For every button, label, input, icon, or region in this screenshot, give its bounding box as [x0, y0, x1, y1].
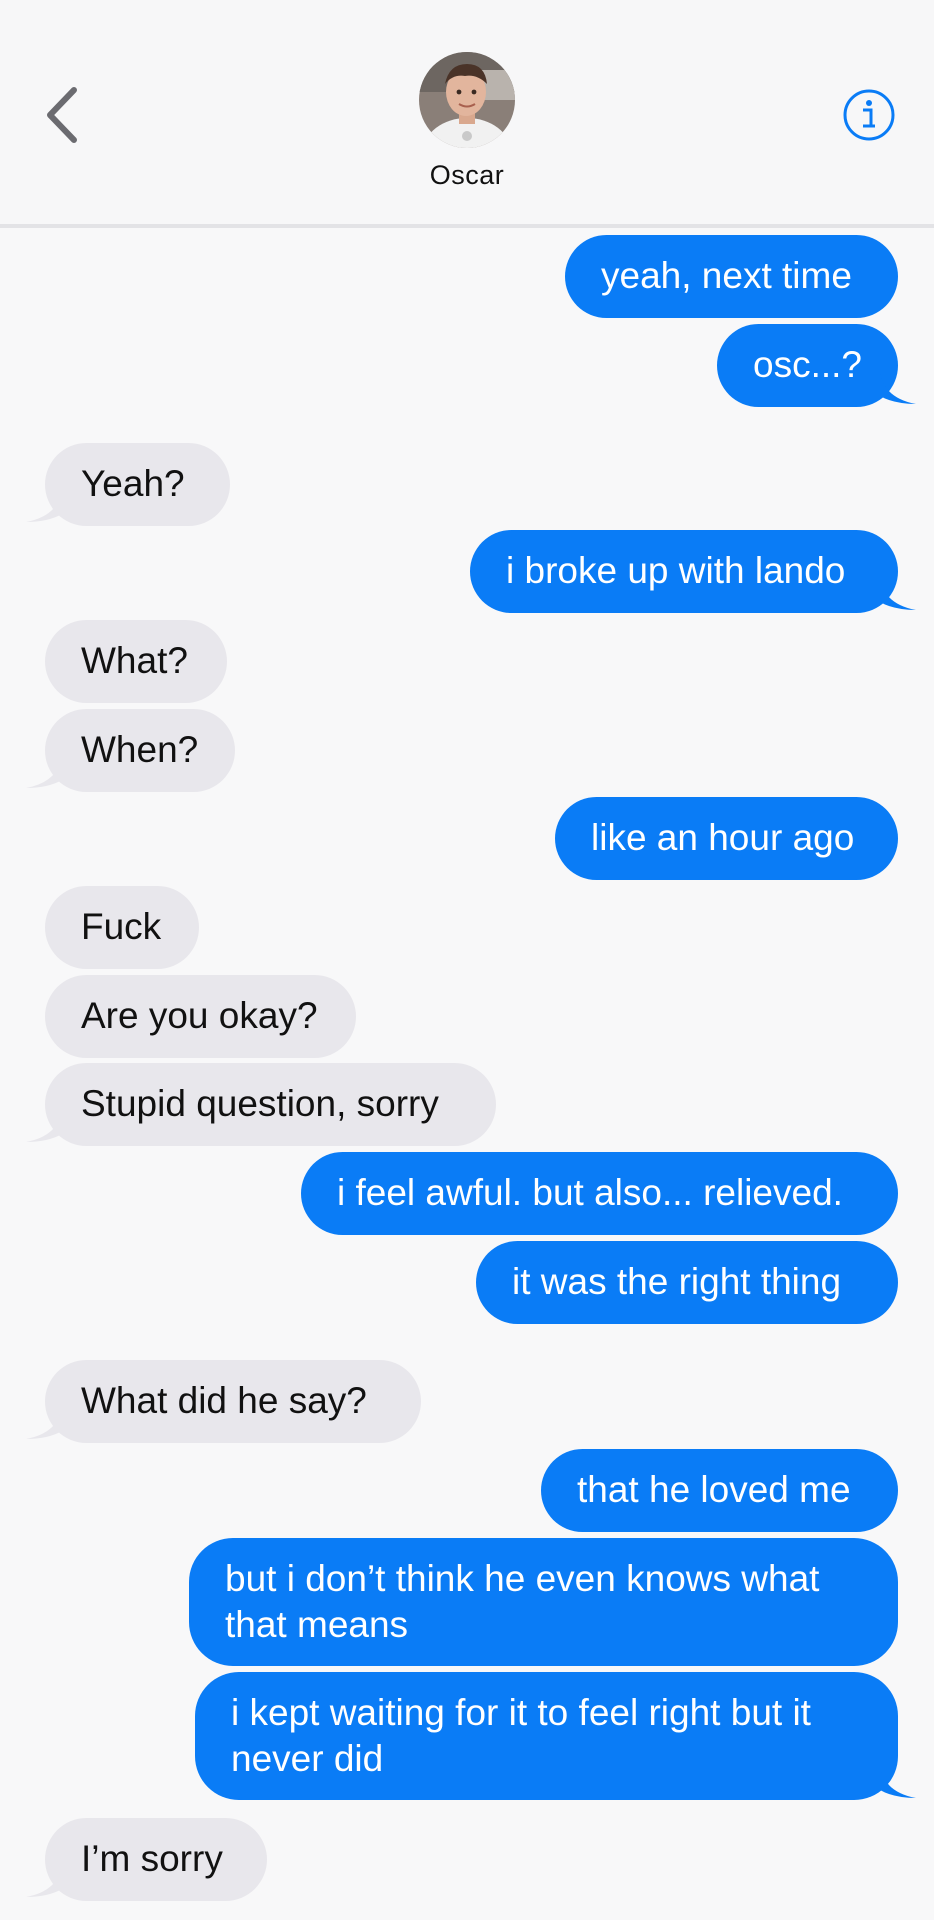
message-text: like an hour ago: [591, 817, 855, 858]
outgoing-message[interactable]: i broke up with lando: [470, 530, 898, 613]
message-text: Stupid question, sorry: [81, 1083, 439, 1124]
message-text: i feel awful. but also... relieved.: [337, 1172, 843, 1213]
message-text: yeah, next time: [601, 255, 852, 296]
bubble-tail: [26, 490, 62, 522]
message-text: i kept waiting for it to feel right but …: [231, 1692, 811, 1779]
incoming-message[interactable]: Are you okay?: [45, 975, 356, 1058]
message-text: What did he say?: [81, 1380, 367, 1421]
incoming-message[interactable]: What did he say?: [45, 1360, 421, 1443]
outgoing-message[interactable]: that he loved me: [541, 1449, 898, 1532]
bubble-tail: [880, 578, 916, 610]
outgoing-message[interactable]: like an hour ago: [555, 797, 898, 880]
outgoing-message[interactable]: osc...?: [717, 324, 898, 407]
message-text: it was the right thing: [512, 1261, 842, 1302]
incoming-message[interactable]: Fuck: [45, 886, 199, 969]
outgoing-message[interactable]: i kept waiting for it to feel right but …: [195, 1672, 898, 1800]
bubble-tail: [26, 1110, 62, 1142]
message-text: that he loved me: [577, 1469, 851, 1510]
message-text: When?: [81, 729, 199, 770]
outgoing-message[interactable]: yeah, next time: [565, 235, 898, 318]
bubble-tail: [26, 756, 62, 788]
incoming-message[interactable]: When?: [45, 709, 235, 792]
message-text: i broke up with lando: [506, 550, 846, 591]
outgoing-message[interactable]: it was the right thing: [476, 1241, 898, 1324]
messages-app: Oscar yeah, next time osc...? Yeah? i br…: [0, 0, 934, 1920]
message-text: What?: [81, 640, 188, 681]
bubble-tail: [26, 1407, 62, 1439]
message-text: Fuck: [81, 906, 162, 947]
outgoing-message[interactable]: i feel awful. but also... relieved.: [301, 1152, 898, 1235]
bubble-tail: [880, 1766, 916, 1798]
message-text: I’m sorry: [81, 1838, 223, 1879]
incoming-message[interactable]: What?: [45, 620, 227, 703]
bubble-tail: [26, 1865, 62, 1897]
message-text: osc...?: [753, 344, 862, 385]
incoming-message[interactable]: I’m sorry: [45, 1818, 267, 1901]
message-text: Yeah?: [81, 463, 185, 504]
bubble-tail: [880, 372, 916, 404]
message-thread[interactable]: yeah, next time osc...? Yeah? i broke up…: [0, 0, 934, 1920]
message-text: but i don’t think he even knows what tha…: [225, 1558, 820, 1645]
message-text: Are you okay?: [81, 995, 318, 1036]
outgoing-message[interactable]: but i don’t think he even knows what tha…: [189, 1538, 898, 1666]
incoming-message[interactable]: Stupid question, sorry: [45, 1063, 496, 1146]
incoming-message[interactable]: Yeah?: [45, 443, 230, 526]
